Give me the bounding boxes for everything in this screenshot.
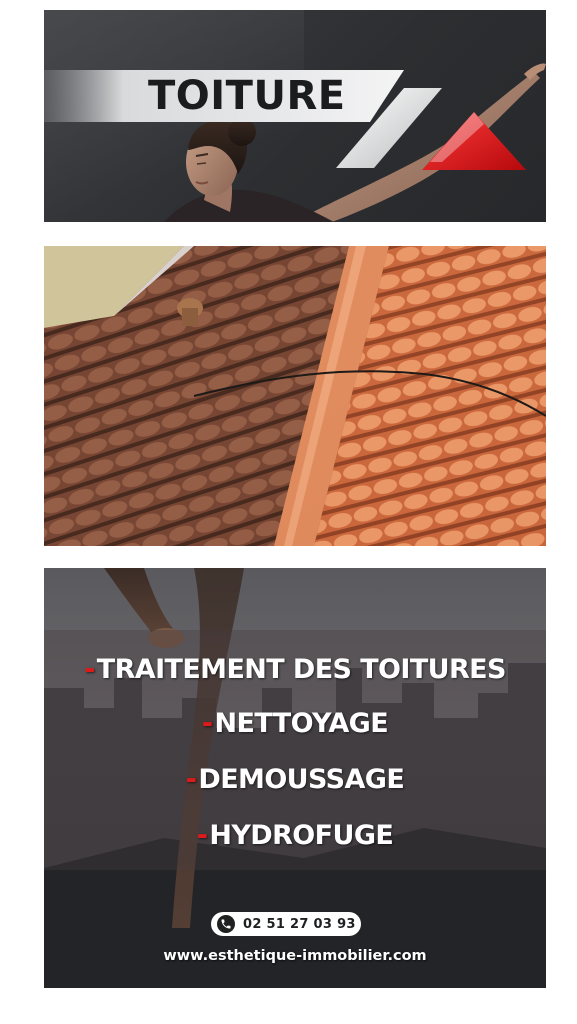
service-item: -TRAITEMENT DES TOITURES bbox=[44, 654, 546, 685]
service-label: NETTOYAGE bbox=[214, 708, 389, 739]
phone-number: 02 51 27 03 93 bbox=[243, 916, 356, 932]
service-item: -HYDROFUGE bbox=[44, 820, 546, 851]
bullet-dash: - bbox=[196, 820, 208, 851]
service-label: HYDROFUGE bbox=[209, 820, 394, 851]
service-item: -NETTOYAGE bbox=[44, 708, 546, 739]
white-divider-top bbox=[44, 222, 546, 246]
service-label: DEMOUSSAGE bbox=[198, 764, 405, 795]
roof-triangle-logo bbox=[336, 88, 526, 170]
roof-tiles-photo bbox=[44, 246, 546, 546]
phone-icon bbox=[217, 915, 235, 933]
header-section: TOITURE bbox=[44, 10, 546, 222]
service-item: -DEMOUSSAGE bbox=[44, 764, 546, 795]
white-divider-bottom bbox=[44, 546, 546, 568]
bullet-dash: - bbox=[201, 708, 213, 739]
website-link[interactable]: www.esthetique-immobilier.com bbox=[44, 948, 546, 964]
service-label: TRAITEMENT DES TOITURES bbox=[96, 654, 507, 685]
page-title: TOITURE bbox=[148, 73, 346, 119]
bullet-dash: - bbox=[185, 764, 197, 795]
bullet-dash: - bbox=[84, 654, 95, 685]
services-panel: -TRAITEMENT DES TOITURES -NETTOYAGE -DEM… bbox=[44, 630, 546, 870]
phone-badge[interactable]: 02 51 27 03 93 bbox=[211, 912, 361, 936]
flyer: TOITURE -TRAITEMENT DES TOITURES -NETTOY… bbox=[44, 10, 546, 988]
